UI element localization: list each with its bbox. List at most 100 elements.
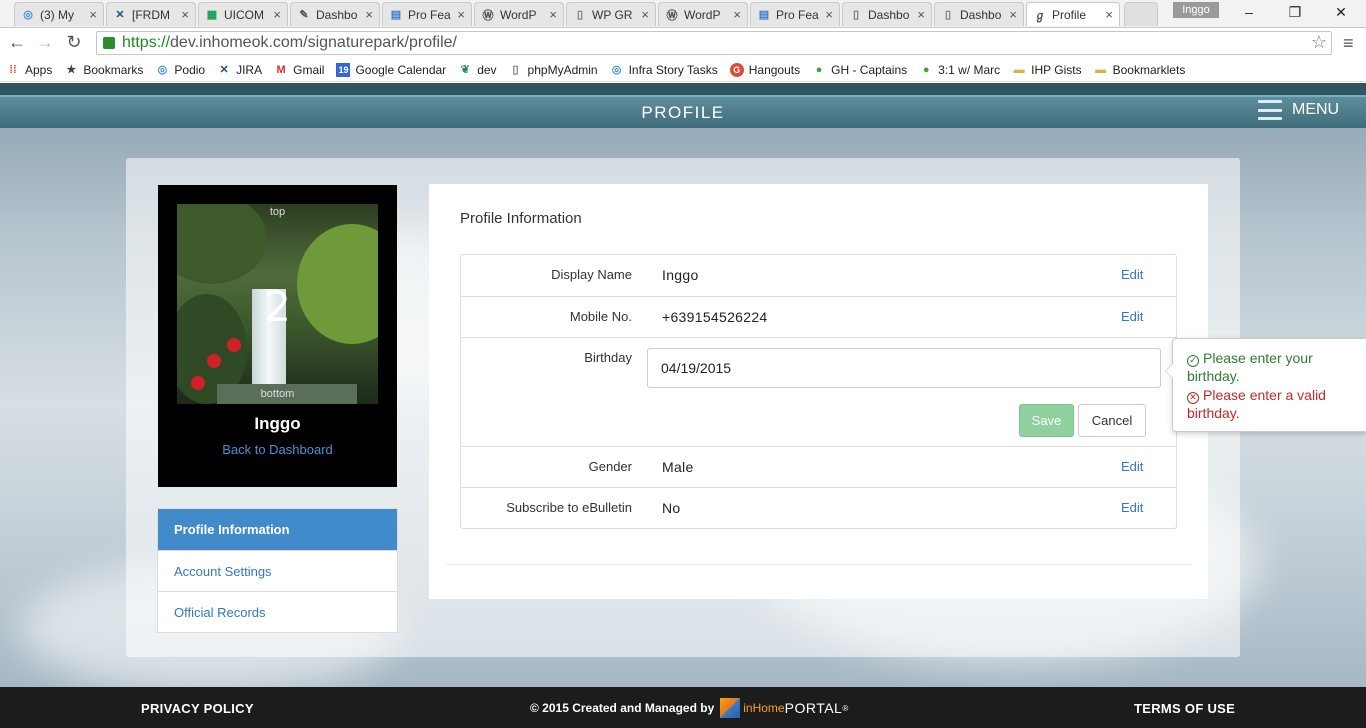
birthday-input[interactable]: [647, 348, 1161, 388]
browser-tab[interactable]: ▯ Dashbo ×: [842, 2, 932, 26]
inhome-cube-icon: [720, 698, 741, 718]
validation-ok-text: Please enter your birthday.: [1187, 350, 1313, 384]
back-to-dashboard-link[interactable]: Back to Dashboard: [158, 442, 397, 457]
browser-tab[interactable]: ◎ (3) My ×: [14, 2, 104, 26]
terms-of-use-link[interactable]: TERMS OF USE: [1134, 701, 1235, 716]
browser-tab[interactable]: ▦ UICOM ×: [198, 2, 288, 26]
close-icon[interactable]: ×: [733, 7, 741, 22]
tab-title: Dashbo: [868, 7, 910, 22]
bookmark-label: Hangouts: [748, 62, 801, 77]
minimize-icon[interactable]: –: [1234, 4, 1264, 20]
privacy-policy-link[interactable]: PRIVACY POLICY: [141, 701, 254, 716]
bookmark-bookmarklets[interactable]: ▬ Bookmarklets: [1094, 62, 1186, 77]
validation-ok-message: ✓ Please enter your birthday.: [1187, 349, 1360, 385]
close-icon[interactable]: ×: [365, 7, 373, 22]
bookmark-star-icon[interactable]: ☆: [1311, 32, 1327, 53]
field-label: Mobile No.: [569, 309, 632, 324]
field-row-gender: Gender Male Edit: [461, 446, 1176, 487]
bookmark-podio[interactable]: ◎ Podio: [155, 63, 206, 77]
nav-item-account-settings[interactable]: Account Settings: [158, 550, 397, 591]
podio-icon: ◎: [23, 9, 33, 21]
menu-button[interactable]: MENU: [1258, 100, 1339, 120]
browser-tab[interactable]: ▯ WP GR ×: [566, 2, 656, 26]
bookmark-label: 3:1 w/ Marc: [938, 62, 1001, 77]
bookmark-label: IHP Gists: [1031, 62, 1082, 77]
field-row-ebulletin: Subscribe to eBulletin No Edit: [461, 487, 1176, 528]
field-value: Inggo: [662, 267, 699, 283]
bookmark-phpmyadmin[interactable]: ▯ phpMyAdmin: [509, 63, 598, 77]
dashboard-icon: ✎: [299, 9, 309, 21]
x-circle-icon: ✕: [1187, 392, 1199, 404]
field-label: Gender: [588, 459, 632, 474]
close-icon[interactable]: ×: [89, 7, 97, 22]
evernote-icon: ●: [815, 63, 823, 76]
bookmark-infra-story-tasks[interactable]: ◎ Infra Story Tasks: [610, 63, 718, 77]
profile-chip[interactable]: Inggo: [1173, 2, 1219, 18]
browser-tab[interactable]: ▯ Dashbo ×: [934, 2, 1024, 26]
photo-number: 2: [264, 282, 291, 331]
edit-gender-link[interactable]: Edit: [1121, 459, 1143, 474]
close-icon[interactable]: ×: [641, 7, 649, 22]
tab-title: Dashbo: [960, 7, 1002, 22]
close-window-icon[interactable]: ✕: [1326, 4, 1356, 21]
profile-side-nav: Profile Information Account Settings Off…: [157, 508, 398, 633]
reload-icon[interactable]: ↻: [63, 32, 85, 53]
edit-ebulletin-link[interactable]: Edit: [1121, 500, 1143, 515]
new-tab-button[interactable]: [1124, 2, 1158, 26]
browser-menu-icon[interactable]: ≡: [1343, 33, 1354, 54]
url-input[interactable]: https://dev.inhomeok.com/signaturepark/p…: [96, 31, 1332, 55]
bookmark-jira[interactable]: ✕ JIRA: [217, 63, 262, 77]
tab-title: [FRDM: [132, 7, 170, 22]
close-icon[interactable]: ×: [549, 7, 557, 22]
bookmark-label: dev: [477, 62, 497, 77]
nav-item-profile-information[interactable]: Profile Information: [158, 509, 397, 550]
close-icon[interactable]: ×: [825, 7, 833, 22]
browser-tab[interactable]: ▤ Pro Fea ×: [750, 2, 840, 26]
apps-grid-icon: ⁞⁞: [9, 63, 17, 76]
edit-mobile-link[interactable]: Edit: [1121, 309, 1143, 324]
bookmark-calendar[interactable]: 19 Google Calendar: [336, 62, 446, 77]
signature-icon: ℊ: [1034, 9, 1046, 22]
divider: [445, 564, 1192, 565]
edit-display-name-link[interactable]: Edit: [1121, 267, 1143, 282]
bookmark-label: Bookmarklets: [1112, 62, 1186, 77]
browser-tab[interactable]: ▤ Pro Fea ×: [382, 2, 472, 26]
bookmark-label: Infra Story Tasks: [628, 62, 718, 77]
bookmark-ihp-gists[interactable]: ▬ IHP Gists: [1012, 62, 1082, 77]
bookmark-bookmarks[interactable]: ★ Bookmarks: [64, 63, 143, 77]
photo-bottom-label: bottom: [260, 388, 295, 400]
maximize-icon[interactable]: ❐: [1280, 4, 1310, 21]
close-icon[interactable]: ×: [457, 7, 465, 22]
close-icon[interactable]: ×: [1009, 7, 1017, 22]
bookmark-gmail[interactable]: M Gmail: [274, 63, 325, 77]
bookmark-dev[interactable]: ❦ dev: [458, 62, 497, 77]
browser-tab-active[interactable]: ℊ Profile ×: [1026, 2, 1120, 26]
gmail-icon: M: [276, 63, 286, 76]
close-icon[interactable]: ×: [917, 7, 925, 22]
browser-tab[interactable]: Ⓦ WordP ×: [474, 2, 564, 26]
jira-icon: ✕: [219, 64, 229, 76]
validation-popover: ✓ Please enter your birthday. ✕ Please ent…: [1165, 338, 1366, 432]
tab-title: WordP: [500, 7, 537, 22]
save-button[interactable]: Save: [1019, 404, 1074, 437]
validation-error-message: ✕ Please enter a valid birthday.: [1187, 386, 1360, 422]
close-icon[interactable]: ×: [181, 7, 189, 22]
browser-tab[interactable]: ✎ Dashbo ×: [290, 2, 380, 26]
nav-item-official-records[interactable]: Official Records: [158, 591, 397, 632]
forward-icon[interactable]: →: [34, 32, 56, 53]
bookmark-gh-captains[interactable]: ● GH - Captains: [812, 63, 907, 77]
browser-tab[interactable]: Ⓦ WordP ×: [658, 2, 748, 26]
profile-photo[interactable]: top 2 bottom: [177, 204, 378, 404]
bookmark-3-1-marc[interactable]: ● 3:1 w/ Marc: [919, 63, 1000, 77]
page-icon: ▯: [512, 64, 519, 76]
bookmark-hangouts[interactable]: G Hangouts: [729, 62, 801, 77]
bookmark-apps[interactable]: ⁞⁞ Apps: [6, 63, 52, 77]
close-icon[interactable]: ×: [273, 7, 281, 22]
browser-tab[interactable]: ✕ [FRDM ×: [106, 2, 196, 26]
close-icon[interactable]: ×: [1105, 7, 1113, 22]
bookmark-label: Bookmarks: [83, 62, 144, 77]
inhome-portal-logo[interactable]: inHome PORTAL ®: [720, 698, 848, 718]
cancel-button[interactable]: Cancel: [1078, 404, 1146, 437]
logo-text-inhome: inHome: [743, 701, 785, 715]
back-icon[interactable]: ←: [6, 32, 28, 53]
